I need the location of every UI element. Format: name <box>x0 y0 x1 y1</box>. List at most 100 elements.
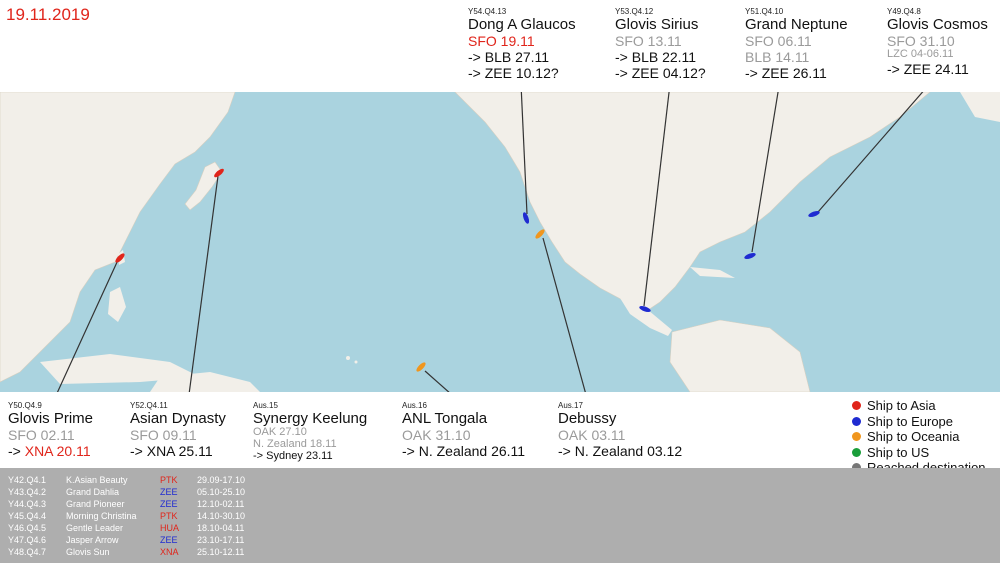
destination-2: -> ZEE 04.12? <box>615 65 706 81</box>
ship-name: Glovis Prime <box>8 410 94 427</box>
stopover: LZC 04-06.11 <box>887 48 954 60</box>
ship-name: Synergy Keelung <box>253 410 368 427</box>
ship-name: Grand Pioneer <box>66 499 125 509</box>
report-date: 19.11.2019 <box>6 5 90 24</box>
destination: -> XNA 25.11 <box>130 443 213 459</box>
destination: -> N. Zealand 03.12 <box>558 443 683 459</box>
legend-item-asia: Ship to Asia <box>852 398 986 414</box>
ship-name: Asian Dynasty <box>130 410 226 427</box>
ship-name: Glovis Cosmos <box>887 16 988 33</box>
destination-2: -> ZEE 10.12? <box>468 65 559 81</box>
voyage-code: Y42.Q4.1 <box>8 475 47 485</box>
ship-card-debussy[interactable]: Aus.17 Debussy OAK 03.11 -> N. Zealand 0… <box>558 401 683 459</box>
destination: -> N. Zealand 26.11 <box>402 443 526 459</box>
voyage-code: Y46.Q4.5 <box>8 523 47 533</box>
ship-card-anl-tongala[interactable]: Aus.16 ANL Tongala OAK 31.10 -> N. Zeala… <box>402 401 526 459</box>
destination: -> XNA 20.11 <box>8 444 93 458</box>
completed-row[interactable]: Y48.Q4.7 Glovis Sun XNA 25.10-12.11 <box>0 547 400 558</box>
ship-card-dong-a-glaucos[interactable]: Y54.Q4.13 Dong A Glaucos SFO 19.11 -> BL… <box>468 7 576 81</box>
hawaii-island <box>354 360 358 364</box>
ship-name: Grand Neptune <box>745 16 848 33</box>
port: PTK <box>160 475 178 485</box>
destination-1: -> BLB 27.11 <box>468 49 550 65</box>
blue-dot-icon <box>852 416 861 426</box>
ship-card-glovis-sirius[interactable]: Y53.Q4.12 Glovis Sirius SFO 13.11 -> BLB… <box>615 7 706 81</box>
dates: 14.10-30.10 <box>197 511 246 521</box>
dates: 05.10-25.10 <box>197 487 246 497</box>
hawaii-island <box>346 356 350 360</box>
voyage-code: Y51.Q4.10 <box>745 7 784 16</box>
destination-arrow: -> <box>8 443 25 459</box>
completed-row[interactable]: Y46.Q4.5 Gentle Leader HUA 18.10-04.11 <box>0 523 400 534</box>
green-dot-icon <box>852 447 861 457</box>
ship-card-asian-dynasty[interactable]: Y52.Q4.11 Asian Dynasty SFO 09.11 -> XNA… <box>130 401 226 459</box>
departure: OAK 03.11 <box>558 427 626 443</box>
departure: SFO 31.10 <box>887 33 955 49</box>
departure: SFO 13.11 <box>615 33 682 49</box>
ship-card-grand-neptune[interactable]: Y51.Q4.10 Grand Neptune SFO 06.11 BLB 14… <box>745 7 848 81</box>
ship-name: Jasper Arrow <box>66 535 119 545</box>
dates: 29.09-17.10 <box>197 475 246 485</box>
ship-name: K.Asian Beauty <box>66 475 128 485</box>
ship-name: Glovis Sirius <box>615 16 699 33</box>
legend-item-oceania: Ship to Oceania <box>852 429 986 445</box>
voyage-code: Y49.Q4.8 <box>887 7 921 16</box>
departure: OAK 27.10 <box>253 426 307 438</box>
completed-row[interactable]: Y42.Q4.1 K.Asian Beauty PTK 29.09-17.10 <box>0 475 400 486</box>
voyage-code: Y53.Q4.12 <box>615 7 654 16</box>
voyage-code: Y43.Q4.2 <box>8 487 47 497</box>
destination-port: XNA 20.11 <box>24 443 91 459</box>
destination-1: -> BLB 22.11 <box>615 49 697 65</box>
stopover: N. Zealand 18.11 <box>253 438 337 450</box>
legend-item-us: Ship to US <box>852 445 986 461</box>
port: PTK <box>160 511 178 521</box>
dates: 25.10-12.11 <box>197 547 245 557</box>
world-map[interactable] <box>0 92 1000 392</box>
completed-row[interactable]: Y47.Q4.6 Jasper Arrow ZEE 23.10-17.11 <box>0 535 400 546</box>
port: ZEE <box>160 487 178 497</box>
completed-voyages-panel: Y42.Q4.1 K.Asian Beauty PTK 29.09-17.10 … <box>0 468 1000 563</box>
voyage-code: Y48.Q4.7 <box>8 547 47 557</box>
departure: SFO 19.11 <box>468 33 535 49</box>
orange-dot-icon <box>852 432 861 442</box>
stopover: BLB 14.11 <box>745 49 810 65</box>
dates: 12.10-02.11 <box>197 499 245 509</box>
dates: 18.10-04.11 <box>197 523 245 533</box>
departure: SFO 06.11 <box>745 33 812 49</box>
legend-item-europe: Ship to Europe <box>852 414 986 430</box>
port: HUA <box>160 523 180 533</box>
ship-name: Debussy <box>558 410 617 427</box>
ship-name: ANL Tongala <box>402 410 488 427</box>
completed-row[interactable]: Y45.Q4.4 Morning Christina PTK 14.10-30.… <box>0 511 400 522</box>
voyage-code: Aus.17 <box>558 401 583 410</box>
legend: Ship to Asia Ship to Europe Ship to Ocea… <box>852 398 986 476</box>
ship-card-glovis-prime[interactable]: Y50.Q4.9 Glovis Prime SFO 02.11 -> XNA 2… <box>8 402 94 459</box>
departure: SFO 02.11 <box>8 427 75 443</box>
voyage-code: Aus.16 <box>402 401 427 410</box>
destination: -> Sydney 23.11 <box>253 450 333 462</box>
voyage-code: Y52.Q4.11 <box>130 401 168 410</box>
voyage-code: Aus.15 <box>253 401 278 410</box>
dates: 23.10-17.11 <box>197 535 245 545</box>
completed-row[interactable]: Y44.Q4.3 Grand Pioneer ZEE 12.10-02.11 <box>0 499 400 510</box>
voyage-code: Y47.Q4.6 <box>8 535 47 545</box>
ship-card-synergy-keelung[interactable]: Aus.15 Synergy Keelung OAK 27.10 N. Zeal… <box>253 402 367 462</box>
ship-name: Gentle Leader <box>66 523 124 533</box>
port: ZEE <box>160 499 178 509</box>
red-dot-icon <box>852 401 861 411</box>
ship-name: Grand Dahlia <box>66 487 120 497</box>
ship-name: Dong A Glaucos <box>468 16 576 33</box>
destination: -> ZEE 24.11 <box>887 61 969 77</box>
ship-name: Morning Christina <box>66 511 137 521</box>
destination: -> ZEE 26.11 <box>745 65 827 81</box>
ship-name: Glovis Sun <box>66 547 110 557</box>
departure: SFO 09.11 <box>130 427 197 443</box>
port: ZEE <box>160 535 178 545</box>
departure: OAK 31.10 <box>402 427 471 443</box>
voyage-code: Y45.Q4.4 <box>8 511 47 521</box>
voyage-code: Y44.Q4.3 <box>8 499 47 509</box>
port: XNA <box>160 547 179 557</box>
voyage-code: Y54.Q4.13 <box>468 7 507 16</box>
completed-row[interactable]: Y43.Q4.2 Grand Dahlia ZEE 05.10-25.10 <box>0 487 400 498</box>
ship-card-glovis-cosmos[interactable]: Y49.Q4.8 Glovis Cosmos SFO 31.10 LZC 04-… <box>887 7 988 77</box>
